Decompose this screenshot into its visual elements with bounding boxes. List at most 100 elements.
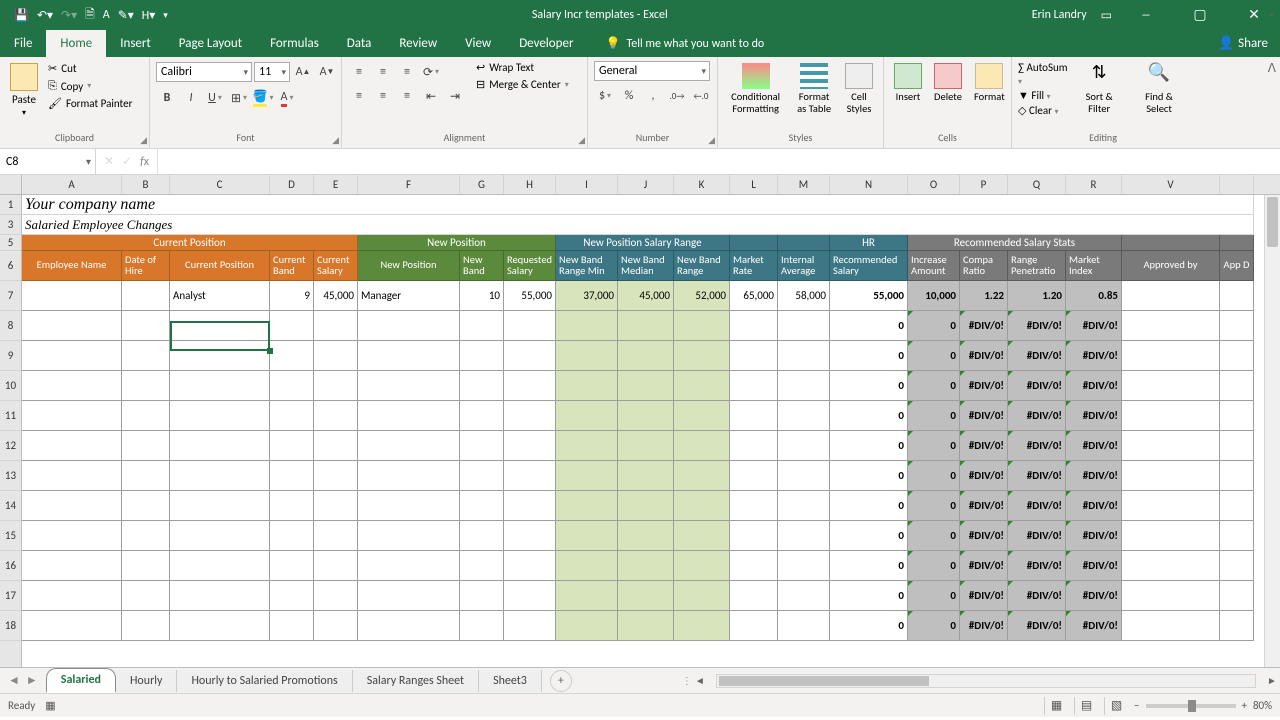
cell[interactable]: 0 bbox=[830, 551, 908, 581]
cell[interactable] bbox=[170, 371, 270, 401]
table-header[interactable]: New Position Salary Range bbox=[556, 235, 730, 251]
table-header[interactable] bbox=[730, 235, 778, 251]
align-middle-button[interactable]: ≡ bbox=[372, 61, 394, 83]
collapse-ribbon-button[interactable]: ᐱ bbox=[1268, 61, 1276, 76]
table-header[interactable]: Employee Name bbox=[22, 251, 122, 281]
cell[interactable] bbox=[314, 521, 358, 551]
cell[interactable] bbox=[778, 371, 830, 401]
table-header[interactable]: App D bbox=[1220, 251, 1254, 281]
cell[interactable] bbox=[358, 401, 460, 431]
cell[interactable] bbox=[504, 311, 556, 341]
cell[interactable] bbox=[1220, 581, 1254, 611]
table-header[interactable]: Current Salary bbox=[314, 251, 358, 281]
user-name[interactable]: Erin Landry bbox=[1032, 8, 1087, 22]
cell-styles-button[interactable]: Cell Styles bbox=[841, 61, 877, 116]
fill-color-button[interactable]: 🪣 bbox=[252, 87, 274, 109]
enter-formula-button[interactable]: ✓ bbox=[122, 154, 132, 169]
cell[interactable] bbox=[504, 581, 556, 611]
cell[interactable] bbox=[22, 401, 122, 431]
cell[interactable] bbox=[556, 551, 618, 581]
cell[interactable]: #DIV/0! bbox=[1066, 311, 1122, 341]
maximize-button[interactable]: ▢ bbox=[1180, 0, 1220, 30]
cell[interactable]: 0 bbox=[908, 521, 960, 551]
align-top-button[interactable]: ≡ bbox=[348, 61, 370, 83]
row-header[interactable]: 8 bbox=[0, 311, 21, 341]
cell[interactable] bbox=[618, 401, 674, 431]
cell[interactable]: #DIV/0! bbox=[960, 521, 1008, 551]
cell[interactable] bbox=[22, 341, 122, 371]
number-launcher[interactable]: ◢ bbox=[708, 135, 715, 146]
cell[interactable] bbox=[618, 431, 674, 461]
cell[interactable] bbox=[674, 431, 730, 461]
tab-file[interactable]: File bbox=[0, 30, 46, 57]
cell[interactable] bbox=[122, 401, 170, 431]
cell[interactable]: 37,000 bbox=[556, 281, 618, 311]
cell[interactable] bbox=[504, 491, 556, 521]
cell[interactable] bbox=[122, 281, 170, 311]
subtitle[interactable]: Salaried Employee Changes bbox=[22, 215, 1254, 235]
cell[interactable] bbox=[778, 341, 830, 371]
cell[interactable]: #DIV/0! bbox=[1066, 581, 1122, 611]
copy-button[interactable]: ⎘Copy▾ bbox=[46, 78, 134, 94]
cell[interactable] bbox=[314, 461, 358, 491]
cell[interactable]: #DIV/0! bbox=[1066, 341, 1122, 371]
row-header[interactable]: 10 bbox=[0, 371, 21, 401]
cell[interactable]: #DIV/0! bbox=[1066, 521, 1122, 551]
sheet-tab-sheet3[interactable]: Sheet3 bbox=[479, 670, 542, 692]
tab-data[interactable]: Data bbox=[333, 30, 386, 57]
tab-insert[interactable]: Insert bbox=[106, 30, 165, 57]
cell[interactable] bbox=[22, 551, 122, 581]
cell[interactable] bbox=[1122, 461, 1220, 491]
cell[interactable] bbox=[1122, 401, 1220, 431]
delete-cells-button[interactable]: Delete bbox=[930, 61, 966, 105]
cell[interactable] bbox=[1122, 551, 1220, 581]
cell[interactable] bbox=[170, 581, 270, 611]
fx-button[interactable]: fx bbox=[140, 155, 149, 169]
cell[interactable] bbox=[1220, 491, 1254, 521]
cell[interactable] bbox=[618, 311, 674, 341]
cell[interactable] bbox=[22, 521, 122, 551]
cell[interactable]: 0 bbox=[830, 611, 908, 641]
tab-page-layout[interactable]: Page Layout bbox=[165, 30, 256, 57]
table-header[interactable]: Current Position bbox=[170, 251, 270, 281]
table-header[interactable]: Market Index bbox=[1066, 251, 1122, 281]
zoom-thumb[interactable] bbox=[1188, 700, 1196, 712]
cell[interactable] bbox=[22, 611, 122, 641]
cell[interactable] bbox=[778, 461, 830, 491]
cell[interactable]: 0 bbox=[908, 401, 960, 431]
cell[interactable] bbox=[22, 461, 122, 491]
cell[interactable] bbox=[556, 311, 618, 341]
table-header[interactable]: Increase Amount bbox=[908, 251, 960, 281]
col-header[interactable]: K bbox=[674, 175, 730, 194]
cell[interactable] bbox=[314, 581, 358, 611]
col-header[interactable]: F bbox=[358, 175, 460, 194]
cell[interactable] bbox=[314, 551, 358, 581]
tab-developer[interactable]: Developer bbox=[505, 30, 587, 57]
cell[interactable] bbox=[730, 581, 778, 611]
name-box[interactable]: C8 bbox=[0, 149, 96, 174]
increase-indent-button[interactable]: ⇥ bbox=[444, 85, 466, 107]
percent-button[interactable]: % bbox=[618, 85, 640, 107]
col-header[interactable]: N bbox=[830, 175, 908, 194]
cell[interactable] bbox=[460, 371, 504, 401]
cell[interactable]: #DIV/0! bbox=[960, 311, 1008, 341]
cell[interactable]: 0 bbox=[908, 491, 960, 521]
cell[interactable]: 0 bbox=[830, 341, 908, 371]
cell[interactable] bbox=[122, 371, 170, 401]
cell[interactable]: #DIV/0! bbox=[1008, 401, 1066, 431]
cell[interactable]: #DIV/0! bbox=[960, 371, 1008, 401]
clipboard-launcher[interactable]: ◢ bbox=[140, 135, 147, 146]
cell[interactable] bbox=[1220, 461, 1254, 491]
borders-button[interactable]: ⊞ bbox=[228, 87, 250, 109]
cell[interactable] bbox=[618, 611, 674, 641]
row-header[interactable]: 5 bbox=[0, 235, 21, 251]
cell[interactable] bbox=[314, 341, 358, 371]
zoom-slider[interactable] bbox=[1146, 704, 1236, 708]
align-right-button[interactable]: ≡ bbox=[396, 85, 418, 107]
table-header[interactable]: New Position bbox=[358, 235, 556, 251]
cell[interactable]: 10,000 bbox=[908, 281, 960, 311]
cell[interactable]: 1.22 bbox=[960, 281, 1008, 311]
table-header[interactable]: Date of Hire bbox=[122, 251, 170, 281]
cell[interactable] bbox=[730, 371, 778, 401]
cell[interactable]: #DIV/0! bbox=[960, 341, 1008, 371]
